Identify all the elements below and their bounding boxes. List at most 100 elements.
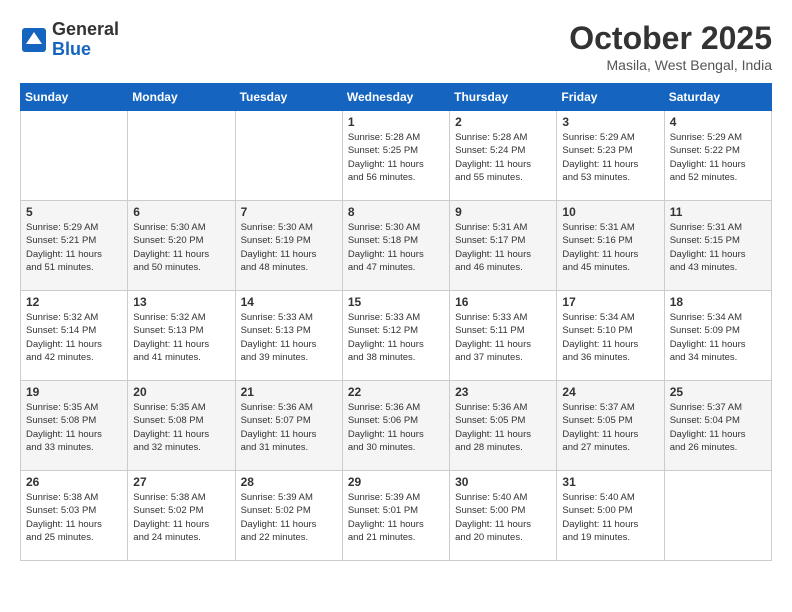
- cell-content: Sunrise: 5:30 AM Sunset: 5:19 PM Dayligh…: [241, 221, 337, 274]
- cell-content: Sunrise: 5:35 AM Sunset: 5:08 PM Dayligh…: [26, 401, 122, 454]
- cell-content: Sunrise: 5:37 AM Sunset: 5:04 PM Dayligh…: [670, 401, 766, 454]
- weekday-header: Sunday: [21, 84, 128, 111]
- cell-content: Sunrise: 5:31 AM Sunset: 5:17 PM Dayligh…: [455, 221, 551, 274]
- calendar-cell: 28 Sunrise: 5:39 AM Sunset: 5:02 PM Dayli…: [235, 471, 342, 561]
- day-number: 22: [348, 385, 444, 399]
- day-number: 21: [241, 385, 337, 399]
- day-number: 3: [562, 115, 658, 129]
- day-number: 26: [26, 475, 122, 489]
- day-number: 25: [670, 385, 766, 399]
- calendar-week-row: 1Sunrise: 5:28 AM Sunset: 5:25 PM Daylig…: [21, 111, 772, 201]
- weekday-header: Thursday: [450, 84, 557, 111]
- cell-content: Sunrise: 5:29 AM Sunset: 5:23 PM Dayligh…: [562, 131, 658, 184]
- day-number: 28: [241, 475, 337, 489]
- weekday-header-row: SundayMondayTuesdayWednesdayThursdayFrid…: [21, 84, 772, 111]
- calendar-cell: 4 Sunrise: 5:29 AM Sunset: 5:22 PM Daylig…: [664, 111, 771, 201]
- calendar-cell: [128, 111, 235, 201]
- calendar-cell: [21, 111, 128, 201]
- weekday-header: Wednesday: [342, 84, 449, 111]
- cell-content: Sunrise: 5:33 AM Sunset: 5:13 PM Dayligh…: [241, 311, 337, 364]
- calendar-cell: 1Sunrise: 5:28 AM Sunset: 5:25 PM Daylig…: [342, 111, 449, 201]
- cell-content: Sunrise: 5:28 AM Sunset: 5:25 PM Dayligh…: [348, 131, 444, 184]
- day-number: 27: [133, 475, 229, 489]
- day-number: 7: [241, 205, 337, 219]
- cell-content: Sunrise: 5:32 AM Sunset: 5:14 PM Dayligh…: [26, 311, 122, 364]
- day-number: 19: [26, 385, 122, 399]
- calendar-week-row: 26 Sunrise: 5:38 AM Sunset: 5:03 PM Dayli…: [21, 471, 772, 561]
- calendar-cell: 11 Sunrise: 5:31 AM Sunset: 5:15 PM Dayli…: [664, 201, 771, 291]
- cell-content: Sunrise: 5:34 AM Sunset: 5:09 PM Dayligh…: [670, 311, 766, 364]
- calendar-cell: [664, 471, 771, 561]
- day-number: 6: [133, 205, 229, 219]
- day-number: 13: [133, 295, 229, 309]
- weekday-header: Monday: [128, 84, 235, 111]
- cell-content: Sunrise: 5:29 AM Sunset: 5:21 PM Dayligh…: [26, 221, 122, 274]
- cell-content: Sunrise: 5:31 AM Sunset: 5:16 PM Dayligh…: [562, 221, 658, 274]
- cell-content: Sunrise: 5:28 AM Sunset: 5:24 PM Dayligh…: [455, 131, 551, 184]
- day-number: 4: [670, 115, 766, 129]
- day-number: 2: [455, 115, 551, 129]
- calendar-cell: 16Sunrise: 5:33 AM Sunset: 5:11 PM Dayli…: [450, 291, 557, 381]
- calendar-cell: 19 Sunrise: 5:35 AM Sunset: 5:08 PM Dayli…: [21, 381, 128, 471]
- day-number: 9: [455, 205, 551, 219]
- calendar-cell: 20Sunrise: 5:35 AM Sunset: 5:08 PM Dayli…: [128, 381, 235, 471]
- calendar-table: SundayMondayTuesdayWednesdayThursdayFrid…: [20, 83, 772, 561]
- cell-content: Sunrise: 5:40 AM Sunset: 5:00 PM Dayligh…: [562, 491, 658, 544]
- calendar-subtitle: Masila, West Bengal, India: [569, 57, 772, 73]
- cell-content: Sunrise: 5:39 AM Sunset: 5:01 PM Dayligh…: [348, 491, 444, 544]
- cell-content: Sunrise: 5:30 AM Sunset: 5:20 PM Dayligh…: [133, 221, 229, 274]
- calendar-cell: 9 Sunrise: 5:31 AM Sunset: 5:17 PM Daylig…: [450, 201, 557, 291]
- day-number: 20: [133, 385, 229, 399]
- cell-content: Sunrise: 5:30 AM Sunset: 5:18 PM Dayligh…: [348, 221, 444, 274]
- calendar-cell: 3 Sunrise: 5:29 AM Sunset: 5:23 PM Daylig…: [557, 111, 664, 201]
- calendar-cell: 15 Sunrise: 5:33 AM Sunset: 5:12 PM Dayli…: [342, 291, 449, 381]
- cell-content: Sunrise: 5:33 AM Sunset: 5:12 PM Dayligh…: [348, 311, 444, 364]
- calendar-cell: 17 Sunrise: 5:34 AM Sunset: 5:10 PM Dayli…: [557, 291, 664, 381]
- day-number: 16: [455, 295, 551, 309]
- cell-content: Sunrise: 5:39 AM Sunset: 5:02 PM Dayligh…: [241, 491, 337, 544]
- calendar-cell: 30 Sunrise: 5:40 AM Sunset: 5:00 PM Dayli…: [450, 471, 557, 561]
- calendar-cell: 23Sunrise: 5:36 AM Sunset: 5:05 PM Dayli…: [450, 381, 557, 471]
- cell-content: Sunrise: 5:36 AM Sunset: 5:07 PM Dayligh…: [241, 401, 337, 454]
- calendar-cell: 7 Sunrise: 5:30 AM Sunset: 5:19 PM Daylig…: [235, 201, 342, 291]
- day-number: 30: [455, 475, 551, 489]
- day-number: 12: [26, 295, 122, 309]
- day-number: 29: [348, 475, 444, 489]
- logo-general: General: [52, 19, 119, 39]
- cell-content: Sunrise: 5:36 AM Sunset: 5:05 PM Dayligh…: [455, 401, 551, 454]
- day-number: 10: [562, 205, 658, 219]
- calendar-week-row: 12 Sunrise: 5:32 AM Sunset: 5:14 PM Dayli…: [21, 291, 772, 381]
- day-number: 31: [562, 475, 658, 489]
- cell-content: Sunrise: 5:34 AM Sunset: 5:10 PM Dayligh…: [562, 311, 658, 364]
- calendar-cell: [235, 111, 342, 201]
- day-number: 15: [348, 295, 444, 309]
- logo-text: General Blue: [52, 20, 119, 60]
- cell-content: Sunrise: 5:31 AM Sunset: 5:15 PM Dayligh…: [670, 221, 766, 274]
- calendar-cell: 13Sunrise: 5:32 AM Sunset: 5:13 PM Dayli…: [128, 291, 235, 381]
- day-number: 17: [562, 295, 658, 309]
- cell-content: Sunrise: 5:29 AM Sunset: 5:22 PM Dayligh…: [670, 131, 766, 184]
- calendar-title: October 2025: [569, 20, 772, 57]
- calendar-cell: 26 Sunrise: 5:38 AM Sunset: 5:03 PM Dayli…: [21, 471, 128, 561]
- calendar-cell: 27Sunrise: 5:38 AM Sunset: 5:02 PM Dayli…: [128, 471, 235, 561]
- day-number: 11: [670, 205, 766, 219]
- calendar-cell: 31 Sunrise: 5:40 AM Sunset: 5:00 PM Dayli…: [557, 471, 664, 561]
- calendar-cell: 10 Sunrise: 5:31 AM Sunset: 5:16 PM Dayli…: [557, 201, 664, 291]
- calendar-cell: 24Sunrise: 5:37 AM Sunset: 5:05 PM Dayli…: [557, 381, 664, 471]
- cell-content: Sunrise: 5:40 AM Sunset: 5:00 PM Dayligh…: [455, 491, 551, 544]
- day-number: 14: [241, 295, 337, 309]
- cell-content: Sunrise: 5:38 AM Sunset: 5:03 PM Dayligh…: [26, 491, 122, 544]
- day-number: 5: [26, 205, 122, 219]
- weekday-header: Friday: [557, 84, 664, 111]
- logo-blue-text: Blue: [52, 39, 91, 59]
- calendar-cell: 6 Sunrise: 5:30 AM Sunset: 5:20 PM Daylig…: [128, 201, 235, 291]
- calendar-cell: 21 Sunrise: 5:36 AM Sunset: 5:07 PM Dayli…: [235, 381, 342, 471]
- calendar-week-row: 19 Sunrise: 5:35 AM Sunset: 5:08 PM Dayli…: [21, 381, 772, 471]
- calendar-cell: 5 Sunrise: 5:29 AM Sunset: 5:21 PM Daylig…: [21, 201, 128, 291]
- calendar-cell: 18Sunrise: 5:34 AM Sunset: 5:09 PM Dayli…: [664, 291, 771, 381]
- cell-content: Sunrise: 5:37 AM Sunset: 5:05 PM Dayligh…: [562, 401, 658, 454]
- calendar-week-row: 5 Sunrise: 5:29 AM Sunset: 5:21 PM Daylig…: [21, 201, 772, 291]
- page-header: General Blue October 2025 Masila, West B…: [20, 20, 772, 73]
- title-block: October 2025 Masila, West Bengal, India: [569, 20, 772, 73]
- calendar-cell: 14 Sunrise: 5:33 AM Sunset: 5:13 PM Dayli…: [235, 291, 342, 381]
